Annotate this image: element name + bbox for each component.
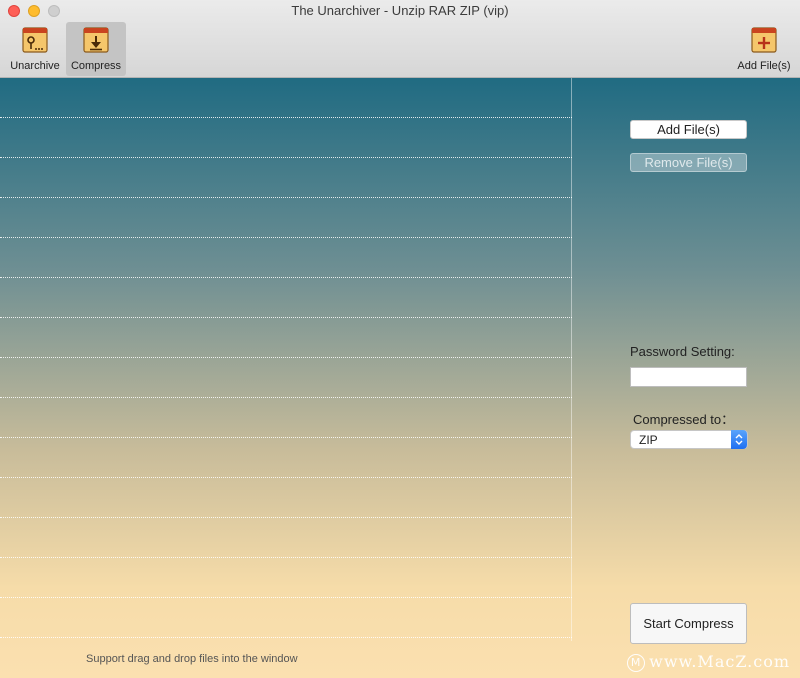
list-row-divider (0, 477, 572, 478)
add-file-icon (751, 27, 777, 53)
compressed-to-label: Compressed to： (633, 412, 735, 427)
toolbar-compress-label: Compress (70, 60, 122, 72)
list-row-divider (0, 157, 572, 158)
compress-icon (83, 27, 109, 53)
toolbar-add-files[interactable]: Add File(s) (732, 22, 796, 76)
remove-files-button[interactable]: Remove File(s) (630, 153, 747, 172)
toolbar-unarchive[interactable]: Unarchive (4, 22, 66, 76)
list-row-divider (0, 357, 572, 358)
watermark-text: www.MacZ.com (649, 652, 790, 671)
start-compress-button[interactable]: Start Compress (630, 603, 747, 644)
toolbar-add-files-label: Add File(s) (737, 60, 791, 72)
title-bar: The Unarchiver - Unzip RAR ZIP (vip) Una… (0, 0, 800, 78)
format-select-value: ZIP (639, 433, 658, 447)
list-row-divider (0, 197, 572, 198)
unarchive-icon (22, 27, 48, 53)
list-row-divider (0, 277, 572, 278)
add-files-button[interactable]: Add File(s) (630, 120, 747, 139)
toolbar-unarchive-label: Unarchive (10, 60, 60, 72)
drag-drop-hint: Support drag and drop files into the win… (86, 653, 298, 665)
format-select[interactable]: ZIP (630, 430, 748, 449)
list-row-divider (0, 117, 572, 118)
list-row-divider (0, 637, 572, 638)
password-setting-label: Password Setting: (630, 344, 735, 359)
main-content: Add File(s) Remove File(s) Password Sett… (0, 78, 800, 678)
password-input[interactable] (630, 367, 747, 387)
list-row-divider (0, 437, 572, 438)
list-row-divider (0, 397, 572, 398)
app-window: The Unarchiver - Unzip RAR ZIP (vip) Una… (0, 0, 800, 678)
file-list[interactable] (0, 78, 572, 641)
list-row-divider (0, 237, 572, 238)
window-title: The Unarchiver - Unzip RAR ZIP (vip) (291, 3, 509, 18)
macz-logo-icon: M (627, 654, 646, 672)
list-row-divider (0, 557, 572, 558)
toolbar-compress[interactable]: Compress (66, 22, 126, 76)
list-row-divider (0, 517, 572, 518)
watermark: Mwww.MacZ.com (627, 652, 790, 672)
list-row-divider (0, 317, 572, 318)
list-row-divider (0, 597, 572, 598)
select-arrows-icon (731, 430, 747, 449)
